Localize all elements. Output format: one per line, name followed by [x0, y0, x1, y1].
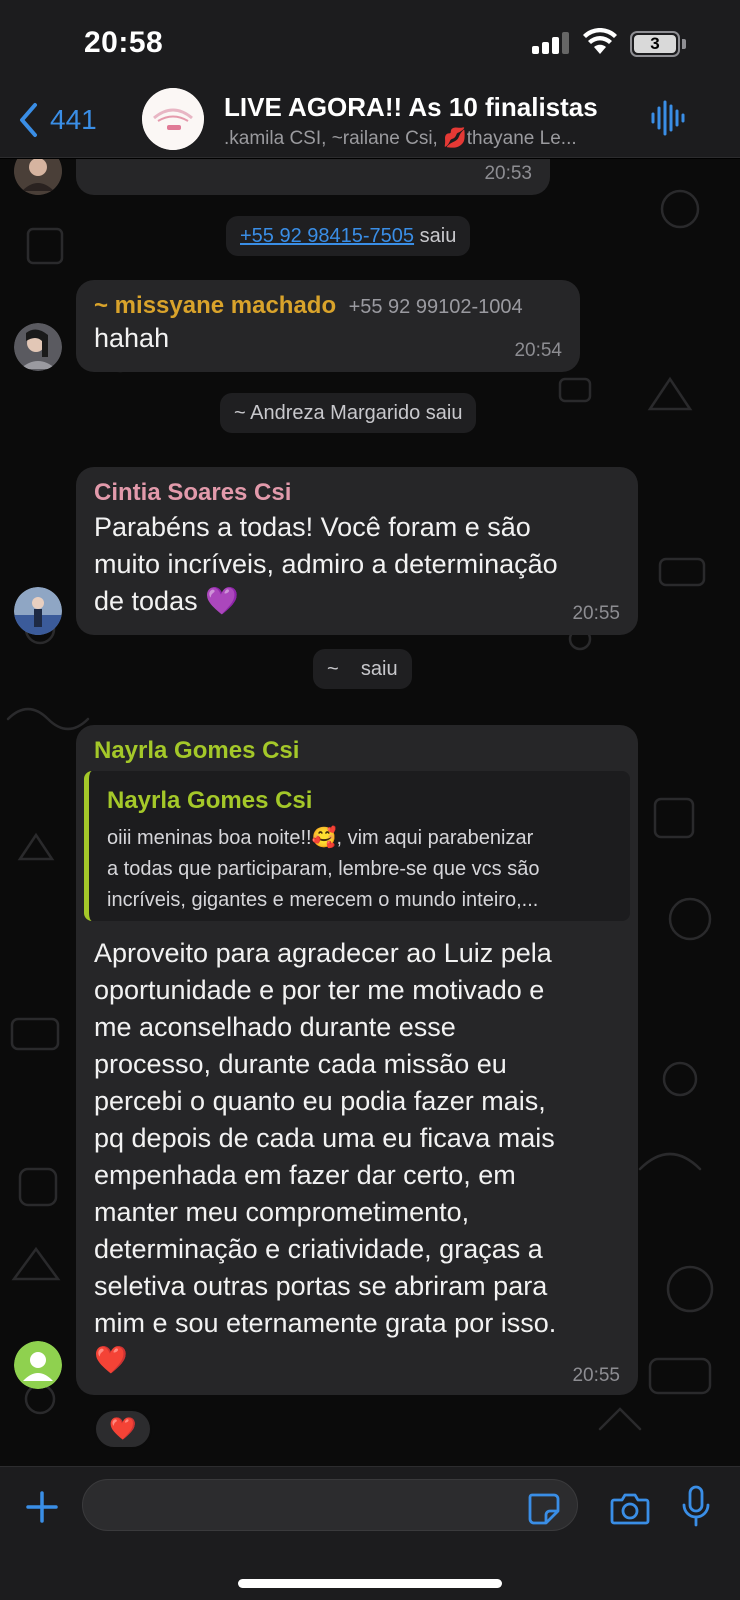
quoted-message[interactable]: Nayrla Gomes Csi oiii meninas boa noite!…	[84, 771, 630, 921]
message-line: determinação e criatividade, graças a	[94, 1234, 543, 1264]
unread-count: 441	[50, 104, 97, 135]
message-line: muito incríveis, admiro a determinação	[94, 549, 558, 579]
message-line: de todas 💜	[94, 586, 239, 616]
plus-icon[interactable]	[24, 1489, 60, 1525]
battery-icon: 3	[630, 31, 680, 57]
avatar[interactable]	[14, 1341, 62, 1389]
message-line: oportunidade e por ter me motivado e	[94, 975, 545, 1005]
message-text: hahah	[94, 323, 170, 353]
group-avatar[interactable]	[142, 88, 204, 150]
message-bubble[interactable]: Cintia Soares Csi Parabéns a todas! Você…	[76, 467, 638, 635]
avatar[interactable]	[14, 587, 62, 635]
quote-sender: Nayrla Gomes Csi	[107, 787, 313, 814]
quote-line: incríveis, gigantes e merecem o mundo in…	[107, 889, 539, 911]
message-line: Parabéns a todas! Você foram e são	[94, 512, 531, 542]
sender-name[interactable]: ~ missyane machado	[94, 292, 336, 319]
input-bar	[0, 1466, 740, 1600]
sticker-icon[interactable]	[526, 1491, 560, 1525]
sender-phone: +55 92 99102-1004	[348, 296, 523, 318]
sender-name[interactable]: Cintia Soares Csi	[94, 479, 291, 507]
status-bar: 20:58 3	[0, 0, 740, 88]
message-line: empenhada em fazer dar certo, em	[94, 1160, 516, 1190]
system-notice: ~ Andreza Margarido saiu	[220, 393, 477, 433]
cellular-signal-icon	[532, 32, 572, 54]
reaction-badge[interactable]: ❤️	[94, 1409, 152, 1449]
message-bubble[interactable]: 20:53	[76, 159, 550, 195]
chat-header: 441 LIVE AGORA!! As 10 finalistas .kamil…	[0, 88, 740, 158]
heart-reaction: ❤️	[109, 1416, 137, 1441]
message-time: 20:55	[572, 1365, 620, 1386]
microphone-icon[interactable]	[680, 1485, 712, 1527]
heart-emoji: ❤️	[94, 1345, 128, 1375]
group-members[interactable]: .kamila CSI, ~railane Csi, 💋thayane Le..…	[224, 126, 577, 150]
home-indicator	[238, 1579, 502, 1588]
back-button[interactable]: 441	[18, 98, 97, 142]
message-line: percebi o quanto eu podia fazer mais,	[94, 1086, 546, 1116]
message-line: pq depois de cada uma eu ficava mais	[94, 1123, 555, 1153]
message-time: 20:53	[484, 163, 532, 184]
system-notice: ~ saiu	[313, 649, 412, 689]
message-time: 20:55	[572, 603, 620, 624]
message-line: Aproveito para agradecer ao Luiz pela	[94, 938, 552, 968]
wifi-icon	[583, 28, 617, 54]
message-line: mim e sou eternamente grata por isso.	[94, 1308, 557, 1338]
quote-line: a todas que participaram, lembre-se que …	[107, 858, 540, 880]
chevron-left-icon	[20, 103, 37, 137]
message-line: manter meu comprometimento,	[94, 1197, 470, 1227]
camera-icon[interactable]	[610, 1491, 650, 1525]
audio-waveform-icon[interactable]	[650, 98, 686, 138]
message-input[interactable]	[82, 1479, 578, 1531]
phone-link[interactable]: +55 92 98415-7505	[240, 225, 414, 247]
message-bubble[interactable]: ~ missyane machado +55 92 99102-1004 hah…	[76, 280, 580, 372]
status-time: 20:58	[84, 26, 164, 59]
system-notice: +55 92 98415-7505 saiu	[226, 216, 471, 256]
message-time: 20:54	[514, 340, 562, 361]
message-line: me aconselhado durante esse	[94, 1012, 456, 1042]
message-bubble[interactable]: Nayrla Gomes Csi Nayrla Gomes Csi oiii m…	[76, 725, 638, 1395]
message-line: processo, durante cada missão eu	[94, 1049, 507, 1079]
group-title[interactable]: LIVE AGORA!! As 10 finalistas	[224, 92, 598, 123]
message-line: seletiva outras portas se abriram para	[94, 1271, 548, 1301]
system-action: saiu	[419, 225, 457, 247]
sender-name[interactable]: Nayrla Gomes Csi	[94, 737, 299, 765]
quote-line: oiii meninas boa noite!!🥰, vim aqui para…	[107, 827, 534, 849]
avatar[interactable]	[14, 323, 62, 371]
chat-area[interactable]: 20:53 +55 92 98415-7505 saiu ~ missyane …	[0, 159, 740, 1466]
battery-level: 3	[634, 35, 676, 53]
